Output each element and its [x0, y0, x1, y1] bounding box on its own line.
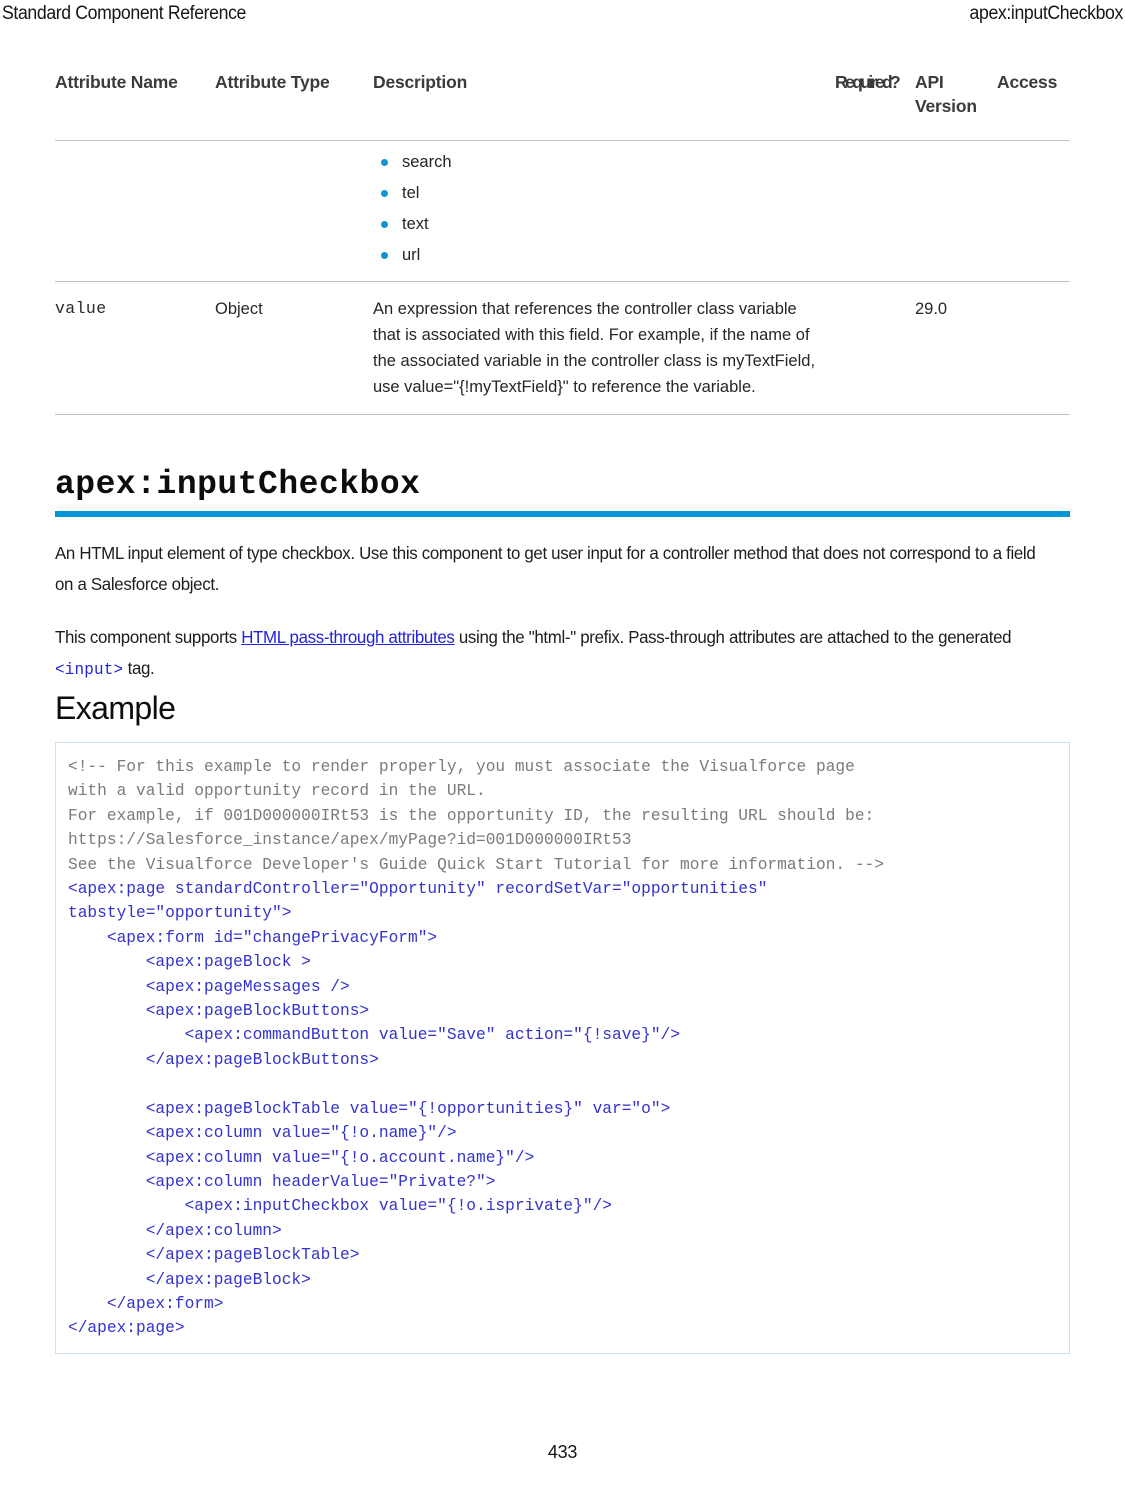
list-item: text: [373, 209, 829, 240]
paragraph-text-before-link: This component supports: [55, 627, 242, 647]
cell-access: [997, 140, 1070, 282]
cell-description: search tel text url: [373, 140, 835, 282]
description-line: the associated variable in the controlle…: [373, 352, 816, 370]
page-title: apex:inputCheckbox: [55, 466, 421, 503]
list-item: search: [373, 147, 829, 178]
cell-required: [835, 140, 915, 282]
column-header-attribute-name: Attribute Name: [55, 70, 215, 141]
list-item-label: search: [402, 153, 452, 171]
description-paragraph-1: An HTML input element of type checkbox. …: [55, 543, 1036, 594]
list-item: tel: [373, 178, 829, 209]
cell-required: [835, 281, 915, 415]
column-header-required: Required?: [835, 70, 915, 141]
paragraph-text-tail: tag.: [123, 658, 155, 678]
description-line: use value="{!myTextField}" to reference …: [373, 378, 756, 396]
paragraph-text-after-link: using the "html-" prefix. Pass-through a…: [454, 627, 1012, 647]
column-header-attribute-type: Attribute Type: [215, 70, 373, 141]
input-type-list: search tel text url: [373, 147, 829, 271]
cell-attribute-name: value: [55, 281, 215, 415]
cell-attribute-type: [215, 140, 373, 282]
bullet-icon: [381, 252, 388, 259]
list-item-label: text: [402, 215, 429, 233]
table-row: search tel text url: [55, 140, 1070, 282]
cell-description: An expression that references the contro…: [373, 281, 835, 415]
bullet-icon: [381, 159, 388, 166]
component-description: An HTML input element of type checkbox. …: [55, 538, 1075, 707]
cell-api-version: [915, 140, 997, 282]
column-header-api-version: API Version: [915, 70, 997, 141]
list-item-label: url: [402, 246, 421, 264]
bullet-icon: [381, 190, 388, 197]
running-header-left-title: Standard Component Reference: [2, 3, 247, 24]
description-line: An expression that references the contro…: [373, 300, 797, 318]
column-header-description: Description: [373, 70, 835, 141]
cell-access: [997, 281, 1070, 415]
column-header-access: Access: [997, 70, 1070, 141]
running-header: Standard Component Reference apex:inputC…: [0, 0, 1125, 34]
description-paragraph-2: This component supports HTML pass-throug…: [55, 622, 1039, 685]
inline-code-input-tag: <input>: [55, 660, 124, 679]
code-markup-block: <apex:page standardController="Opportuni…: [68, 880, 768, 1338]
attribute-table: Attribute Name Attribute Type Descriptio…: [55, 70, 1070, 415]
component-heading: apex:inputCheckbox: [55, 465, 1070, 517]
cell-attribute-name: [55, 140, 215, 282]
attribute-table-header-row: Attribute Name Attribute Type Descriptio…: [55, 70, 1070, 141]
page-number: 433: [547, 1442, 578, 1462]
code-comment-block: <!-- For this example to render properly…: [68, 758, 884, 874]
list-item: url: [373, 240, 829, 271]
example-section-heading: Example: [55, 690, 176, 726]
column-header-api-version-line2: Version: [915, 96, 977, 116]
table-row: value Object An expression that referenc…: [55, 281, 1070, 415]
cell-api-version: 29.0: [915, 281, 997, 415]
column-header-api-version-line1: API: [915, 72, 944, 92]
cell-attribute-type: Object: [215, 281, 373, 415]
page-footer: 433: [0, 1440, 1125, 1464]
heading-accent-rule: [55, 511, 1070, 517]
bullet-icon: [381, 221, 388, 228]
html-pass-through-attributes-link[interactable]: HTML pass-through attributes: [241, 627, 455, 647]
example-code-block: <!-- For this example to render properly…: [55, 742, 1070, 1354]
list-item-label: tel: [402, 184, 420, 202]
running-header-right-title: apex:inputCheckbox: [969, 3, 1124, 24]
description-line: that is associated with this field. For …: [373, 326, 810, 344]
